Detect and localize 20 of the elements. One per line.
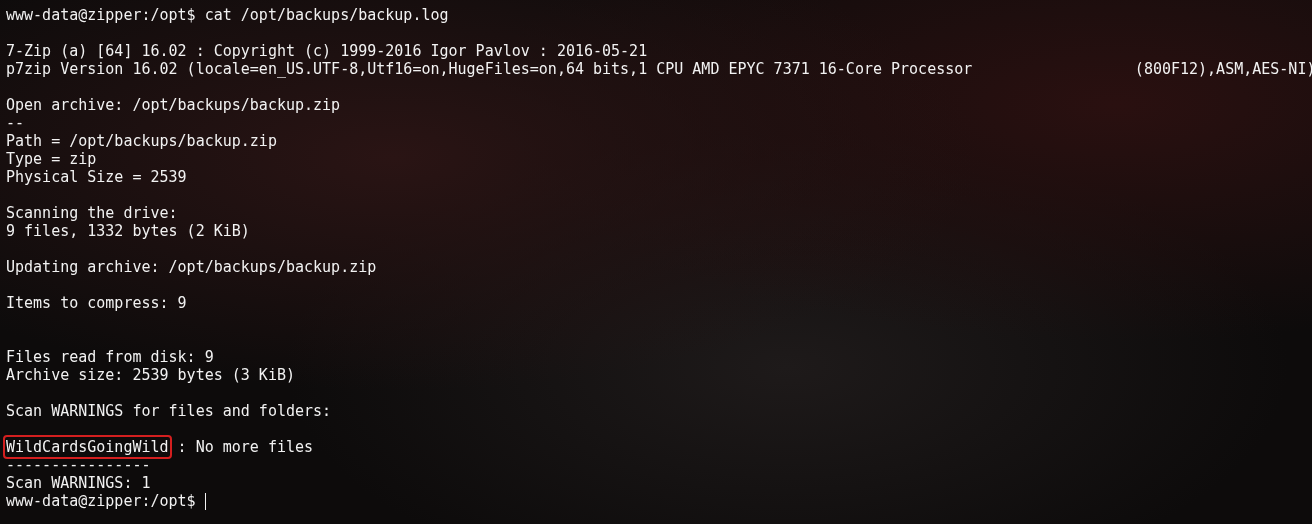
output-line: 7-Zip (a) [64] 16.02 : Copyright (c) 1999-2016 Igor Pavlov : 2016-05-21 [6,42,648,60]
output-line: Physical Size = 2539 [6,168,187,186]
output-line: Scan WARNINGS for files and folders: [6,402,332,420]
output-text: : No more files [176,438,314,456]
output-line: Scan WARNINGS: 1 [6,474,151,492]
output-line: Type = zip [6,150,97,168]
output-line: -- [6,114,25,132]
output-line: Path = /opt/backups/backup.zip [6,132,277,150]
output-line: Open archive: /opt/backups/backup.zip [6,96,341,114]
output-line: Items to compress: 9 [6,294,187,312]
output-line: p7zip Version 16.02 (locale=en_US.UTF-8,Utf16=on,HugeFiles=on,64 bits,1 CPU AMD EPYC 7371 16-Core Processor (800F12),ASM,AES-NI) [6,60,1312,78]
output-line: Files read from disk: 9 [6,348,214,366]
output-line: ---------------- [6,456,151,474]
output-line: 9 files, 1332 bytes (2 KiB) [6,222,250,240]
output-line: Scanning the drive: [6,204,178,222]
output-line: Archive size: 2539 bytes (3 KiB) [6,366,295,384]
highlighted-text: WildCardsGoingWild [6,438,169,456]
command-prompt: www-data@zipper:/opt$ cat /opt/backups/backup.log [6,6,449,24]
output-line: Updating archive: /opt/backups/backup.zip [6,258,377,276]
command-prompt: www-data@zipper:/opt$ [6,492,197,510]
